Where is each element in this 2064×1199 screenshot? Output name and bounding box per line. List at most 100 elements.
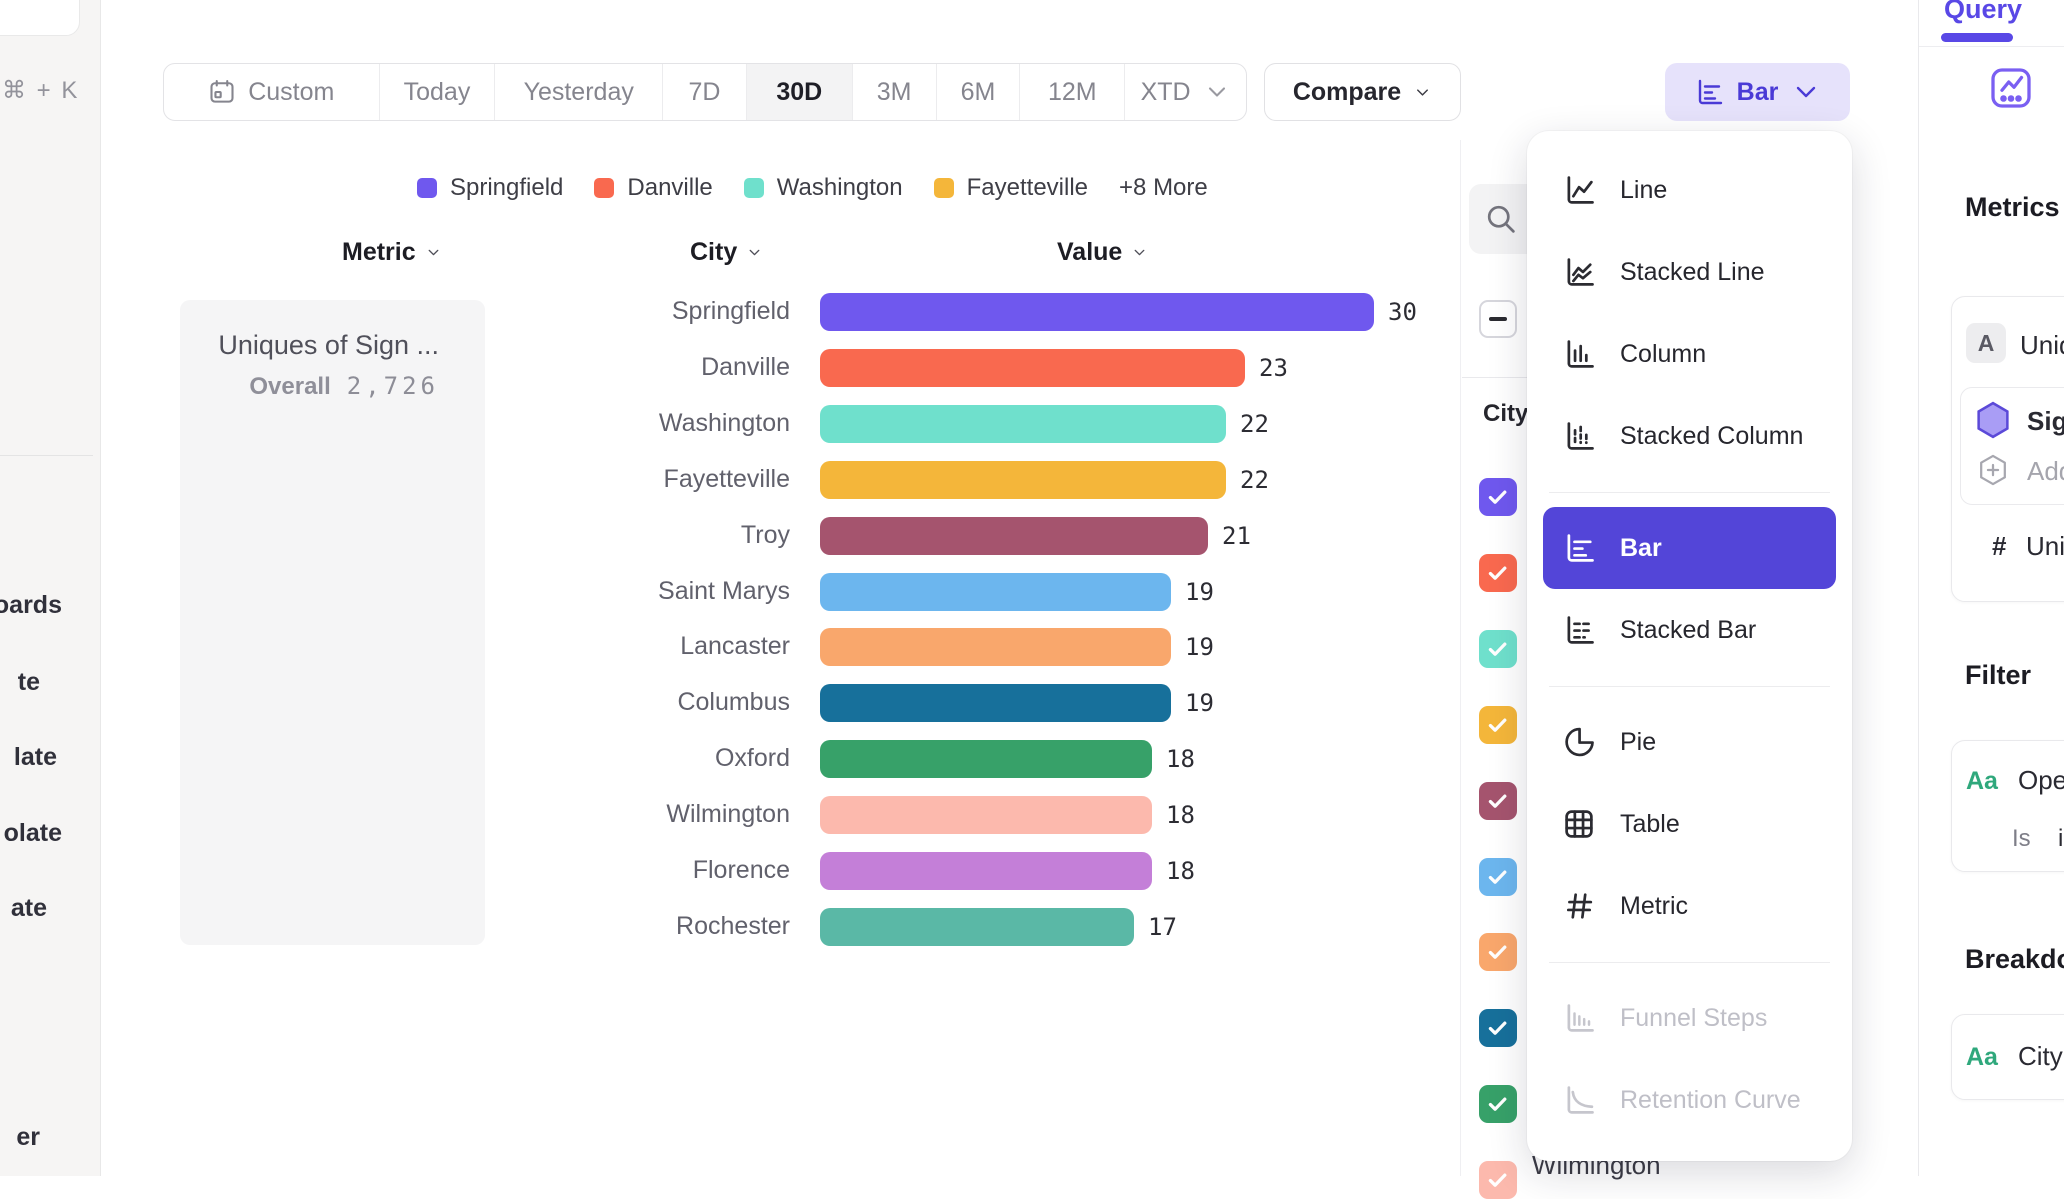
date-range-12m[interactable]: 12M (1020, 64, 1125, 120)
date-range-xtd[interactable]: XTD (1125, 64, 1246, 120)
bar-segment[interactable] (820, 461, 1226, 499)
legend-label: Springfield (450, 174, 563, 202)
date-range-30d[interactable]: 30D (747, 64, 853, 120)
menu-item-funnel-steps: Funnel Steps (1527, 977, 1852, 1059)
chart-type-button[interactable]: Bar (1665, 63, 1850, 121)
bar-category-label: Troy (420, 521, 790, 550)
chart-row: Oxford18 (0, 731, 1460, 787)
column-header-value[interactable]: Value (1057, 238, 1148, 267)
chevron-down-icon (1413, 83, 1432, 102)
filter-value[interactable]: i (2058, 825, 2063, 853)
bar-segment[interactable] (820, 573, 1171, 611)
bar-segment[interactable] (820, 908, 1134, 946)
bar-segment[interactable] (820, 293, 1374, 331)
menu-item-stacked-bar[interactable]: Stacked Bar (1527, 589, 1852, 671)
legend-swatch (417, 178, 437, 198)
date-range-label: XTD (1141, 78, 1191, 107)
filter-checkbox[interactable] (1479, 630, 1517, 668)
menu-item-table[interactable]: Table (1527, 783, 1852, 865)
menu-item-pie[interactable]: Pie (1527, 701, 1852, 783)
bar-segment[interactable] (820, 349, 1245, 387)
menu-item-label: Column (1620, 340, 1706, 369)
indeterminate-mark (1489, 317, 1507, 321)
filter-checkbox[interactable] (1479, 554, 1517, 592)
compare-button[interactable]: Compare (1264, 63, 1461, 121)
chevron-down-icon (1131, 244, 1148, 261)
filter-checkbox[interactable] (1479, 782, 1517, 820)
column-header-city[interactable]: City (690, 238, 763, 267)
menu-item-bar[interactable]: Bar (1543, 507, 1836, 589)
filter-checkbox[interactable] (1479, 1085, 1517, 1123)
menu-item-label: Pie (1620, 728, 1656, 757)
event-hexagon-icon (1973, 400, 2013, 440)
menu-item-column[interactable]: Column (1527, 313, 1852, 395)
bar-segment[interactable] (820, 405, 1226, 443)
bar-segment[interactable] (820, 852, 1152, 890)
legend-item[interactable]: Danville (594, 174, 712, 202)
filter-checkbox[interactable] (1479, 858, 1517, 896)
filter-panel-divider (1460, 140, 1461, 1176)
legend-swatch (744, 178, 764, 198)
date-range-6m[interactable]: 6M (937, 64, 1021, 120)
bar-segment[interactable] (820, 517, 1208, 555)
bar-category-label: Springfield (420, 297, 790, 326)
filter-checkbox[interactable] (1479, 1009, 1517, 1047)
bar-value-label: 18 (1166, 857, 1195, 885)
menu-item-label: Retention Curve (1620, 1086, 1801, 1115)
filter-checkbox[interactable] (1479, 706, 1517, 744)
filter-property-label[interactable]: Ope (2018, 765, 2064, 796)
date-range-7d[interactable]: 7D (663, 64, 747, 120)
date-range-yesterday[interactable]: Yesterday (495, 64, 663, 120)
insights-chart-icon[interactable] (1987, 64, 2035, 112)
menu-item-line[interactable]: Line (1527, 149, 1852, 231)
count-label[interactable]: Uniqu (2026, 531, 2064, 562)
date-range-custom[interactable]: Custom (164, 64, 380, 120)
bar-segment[interactable] (820, 740, 1152, 778)
bar-category-label: Lancaster (420, 632, 790, 661)
bar-segment[interactable] (820, 684, 1171, 722)
add-event-icon[interactable] (1975, 452, 2011, 488)
bar-segment[interactable] (820, 628, 1171, 666)
legend-label: Fayetteville (967, 174, 1088, 202)
legend-item[interactable]: Fayetteville (934, 174, 1088, 202)
legend-item[interactable]: Washington (744, 174, 903, 202)
tab-query[interactable]: Query (1944, 0, 2022, 25)
funnel-icon (1561, 1000, 1597, 1036)
stacked-bar-icon (1561, 612, 1597, 648)
menu-item-label: Bar (1620, 534, 1662, 563)
select-all-checkbox[interactable] (1479, 300, 1517, 338)
filter-checkbox[interactable] (1479, 1161, 1517, 1199)
bar-value-label: 22 (1240, 410, 1269, 438)
sidebar-item-truncated[interactable]: er (16, 1122, 40, 1152)
filter-checkbox[interactable] (1479, 478, 1517, 516)
menu-item-metric[interactable]: Metric (1527, 865, 1852, 947)
breakdown-property-label[interactable]: City (2018, 1041, 2063, 1072)
menu-item-stacked-column[interactable]: Stacked Column (1527, 395, 1852, 477)
metric-name-label[interactable]: Uniq (2020, 330, 2064, 361)
filter-checkbox[interactable] (1479, 933, 1517, 971)
add-event-label[interactable]: Add (2027, 456, 2064, 487)
chevron-down-icon (425, 244, 442, 261)
date-range-label: Yesterday (524, 78, 634, 107)
stacked-line-icon (1561, 254, 1597, 290)
keyboard-shortcut-hint: ⌘ + K (2, 76, 79, 105)
menu-item-stacked-line[interactable]: Stacked Line (1527, 231, 1852, 313)
chart-row: Washington22 (0, 396, 1460, 452)
bar-segment[interactable] (820, 796, 1152, 834)
legend-more-toggle[interactable]: +8 More (1119, 174, 1208, 202)
legend-item[interactable]: Springfield (417, 174, 563, 202)
date-range-3m[interactable]: 3M (853, 64, 937, 120)
date-range-today[interactable]: Today (380, 64, 496, 120)
menu-item-label: Metric (1620, 892, 1688, 921)
rail-search-card[interactable] (0, 0, 80, 36)
bar-category-label: Columbus (420, 688, 790, 717)
calendar-icon (208, 78, 236, 106)
chart-type-button-label: Bar (1737, 78, 1779, 107)
menu-item-label: Line (1620, 176, 1667, 205)
column-header-metric[interactable]: Metric (342, 238, 442, 267)
filter-operator[interactable]: Is (2012, 825, 2031, 853)
menu-item-label: Table (1620, 810, 1680, 839)
bar-category-label: Danville (420, 353, 790, 382)
bar-value-label: 17 (1148, 913, 1177, 941)
event-name-label[interactable]: Sig (2027, 406, 2064, 437)
